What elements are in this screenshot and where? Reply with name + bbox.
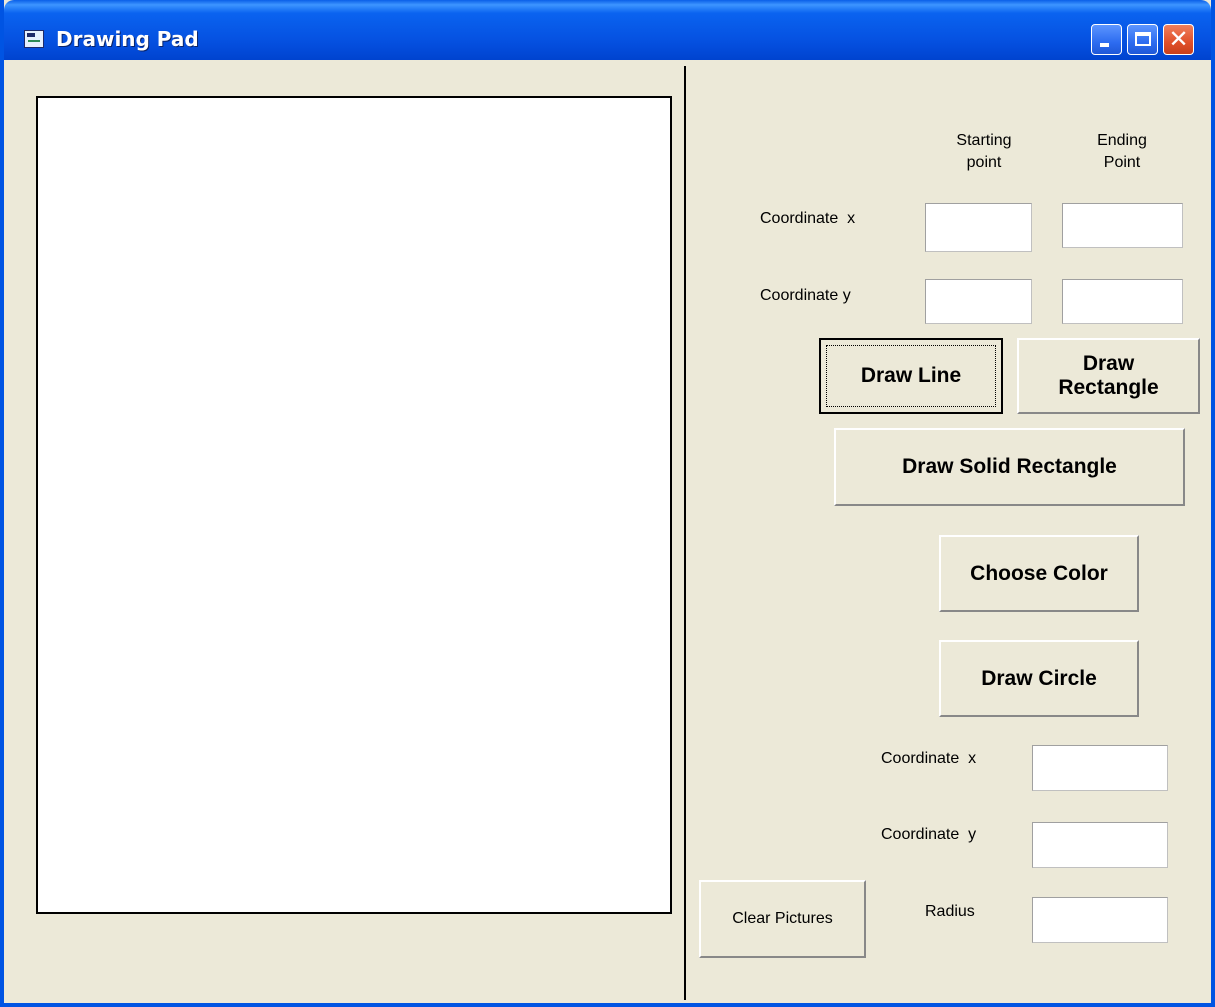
circle-x-input[interactable] bbox=[1032, 745, 1168, 791]
minimize-button[interactable] bbox=[1091, 24, 1122, 55]
drawing-canvas[interactable] bbox=[36, 96, 672, 914]
maximize-icon bbox=[1135, 32, 1151, 46]
close-icon: ✕ bbox=[1168, 26, 1189, 53]
circle-coordinate-y-label: Coordinate y bbox=[881, 826, 977, 843]
drawing-pad-window: Drawing Pad ✕ Starting point Ending Poin… bbox=[0, 0, 1215, 1007]
panel-divider bbox=[684, 66, 686, 1000]
draw-rectangle-button[interactable]: Draw Rectangle bbox=[1017, 338, 1200, 414]
coordinate-x-label: Coordinate x bbox=[760, 210, 856, 227]
start-x-input[interactable] bbox=[925, 203, 1032, 252]
focus-rectangle bbox=[826, 345, 996, 407]
clear-pictures-label: Clear Pictures bbox=[732, 910, 833, 927]
draw-solid-rectangle-button[interactable]: Draw Solid Rectangle bbox=[834, 428, 1185, 506]
window-title: Drawing Pad bbox=[56, 27, 199, 51]
start-y-input[interactable] bbox=[925, 279, 1032, 324]
end-y-input[interactable] bbox=[1062, 279, 1183, 324]
ending-point-label: Ending Point bbox=[1097, 132, 1147, 171]
clear-pictures-button[interactable]: Clear Pictures bbox=[699, 880, 866, 958]
app-icon bbox=[24, 30, 44, 48]
close-button[interactable]: ✕ bbox=[1163, 24, 1194, 55]
maximize-button[interactable] bbox=[1127, 24, 1158, 55]
minimize-icon bbox=[1100, 43, 1109, 47]
draw-solid-rectangle-label: Draw Solid Rectangle bbox=[902, 455, 1117, 478]
draw-line-button[interactable]: Draw Line bbox=[819, 338, 1003, 414]
draw-circle-label: Draw Circle bbox=[981, 666, 1097, 690]
radius-label: Radius bbox=[925, 903, 975, 920]
end-x-input[interactable] bbox=[1062, 203, 1183, 248]
draw-rectangle-label: Draw Rectangle bbox=[1058, 352, 1159, 399]
circle-y-input[interactable] bbox=[1032, 822, 1168, 868]
draw-circle-button[interactable]: Draw Circle bbox=[939, 640, 1139, 717]
choose-color-button[interactable]: Choose Color bbox=[939, 535, 1139, 612]
coordinate-y-label: Coordinate y bbox=[760, 287, 851, 304]
circle-coordinate-x-label: Coordinate x bbox=[881, 750, 977, 767]
choose-color-label: Choose Color bbox=[970, 561, 1108, 585]
title-bar[interactable]: Drawing Pad ✕ bbox=[4, 0, 1211, 60]
starting-point-label: Starting point bbox=[956, 132, 1012, 171]
radius-input[interactable] bbox=[1032, 897, 1168, 943]
